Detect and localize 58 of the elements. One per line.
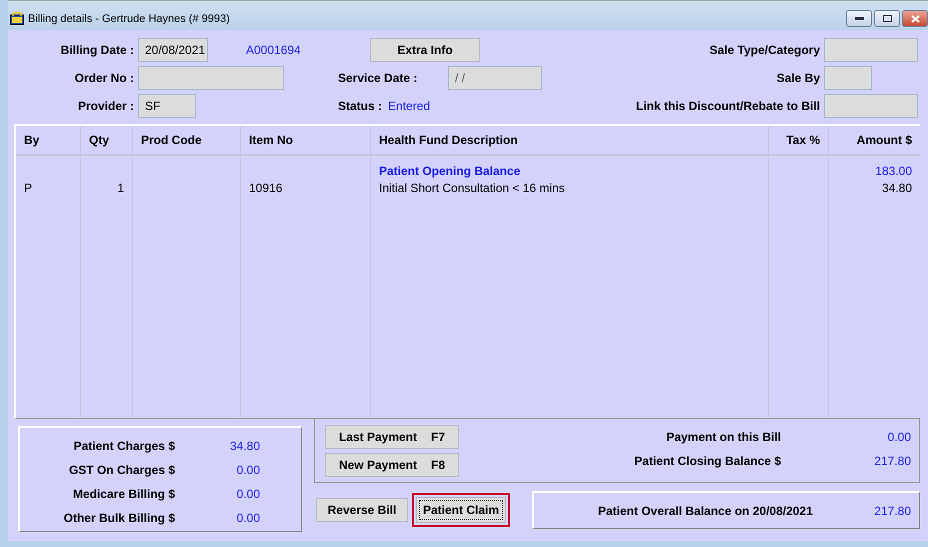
action-button[interactable]: Reverse Bill bbox=[316, 498, 408, 522]
sale-by-field[interactable] bbox=[824, 66, 872, 90]
window-title: Billing details - Gertrude Haynes (# 9993) bbox=[28, 12, 230, 24]
total-label: Other Bulk Billing $ bbox=[62, 511, 175, 525]
service-date-field[interactable]: / / bbox=[448, 66, 542, 90]
maximize-icon bbox=[882, 15, 892, 22]
column-header: Health Fund Description bbox=[371, 126, 768, 156]
summary-value: 0.00 bbox=[886, 430, 911, 444]
column-header: Item No bbox=[241, 126, 370, 156]
payment-button[interactable]: Last Payment F7 bbox=[325, 425, 459, 449]
close-icon bbox=[910, 14, 920, 22]
order-no-field[interactable] bbox=[138, 66, 284, 90]
table-cell-text: 10916 bbox=[248, 180, 284, 196]
provider-field[interactable]: SF bbox=[138, 94, 196, 118]
total-value: 0.00 bbox=[236, 487, 260, 501]
table-cell-text: Patient Opening Balance bbox=[378, 162, 522, 179]
column-header: Amount $ bbox=[829, 126, 920, 156]
total-value: 0.00 bbox=[236, 463, 260, 477]
maximize-button[interactable] bbox=[874, 10, 900, 27]
field-label: Order No : bbox=[74, 71, 134, 85]
total-value: 0.00 bbox=[236, 511, 260, 525]
overall-balance-value: 217.80 bbox=[874, 504, 911, 518]
summary-label: Payment on this Bill bbox=[665, 430, 782, 444]
column-header: By bbox=[16, 126, 80, 156]
column-header: Prod Code bbox=[133, 126, 240, 156]
field-label: Provider : bbox=[76, 99, 134, 113]
table-cell-text: 183.00 bbox=[874, 162, 913, 179]
field-label: Sale By bbox=[776, 71, 820, 85]
column-header: Tax % bbox=[769, 126, 828, 156]
link-bill-field[interactable] bbox=[824, 94, 918, 118]
action-button[interactable]: Patient Claim bbox=[416, 497, 506, 523]
app-icon bbox=[10, 12, 24, 25]
summary-value: 217.80 bbox=[873, 454, 911, 468]
overall-balance-label: Patient Overall Balance on 20/08/2021 bbox=[598, 504, 813, 518]
minimize-icon bbox=[854, 17, 864, 20]
minimize-button[interactable] bbox=[846, 10, 872, 27]
total-value: 34.80 bbox=[228, 439, 260, 453]
total-label: Medicare Billing $ bbox=[72, 487, 175, 501]
bill-reference: A0001694 bbox=[246, 43, 301, 57]
summary-label: Patient Closing Balance $ bbox=[633, 454, 782, 468]
total-label: Patient Charges $ bbox=[72, 439, 175, 453]
status-value: Entered bbox=[388, 99, 430, 113]
sale-type-field[interactable] bbox=[824, 38, 918, 62]
field-label: Sale Type/Category bbox=[710, 43, 820, 57]
table-cell-text: Initial Short Consultation < 16 mins bbox=[378, 180, 566, 196]
table-cell-text: P bbox=[23, 180, 34, 196]
field-label: Status : bbox=[338, 99, 382, 113]
table-cell-text: 34.80 bbox=[880, 180, 913, 196]
column-header: Qty bbox=[81, 126, 132, 156]
field-label: Link this Discount/Rebate to Bill bbox=[636, 99, 820, 113]
payment-button[interactable]: New Payment F8 bbox=[325, 453, 459, 477]
field-label: Billing Date : bbox=[60, 43, 134, 57]
total-label: GST On Charges $ bbox=[68, 463, 175, 477]
close-button[interactable] bbox=[902, 10, 928, 27]
billing-date-field[interactable]: 20/08/2021 bbox=[138, 38, 208, 62]
field-label: Service Date : bbox=[338, 71, 418, 85]
extra-info-button[interactable]: Extra Info bbox=[370, 38, 480, 62]
table-cell-text: 1 bbox=[116, 180, 125, 196]
